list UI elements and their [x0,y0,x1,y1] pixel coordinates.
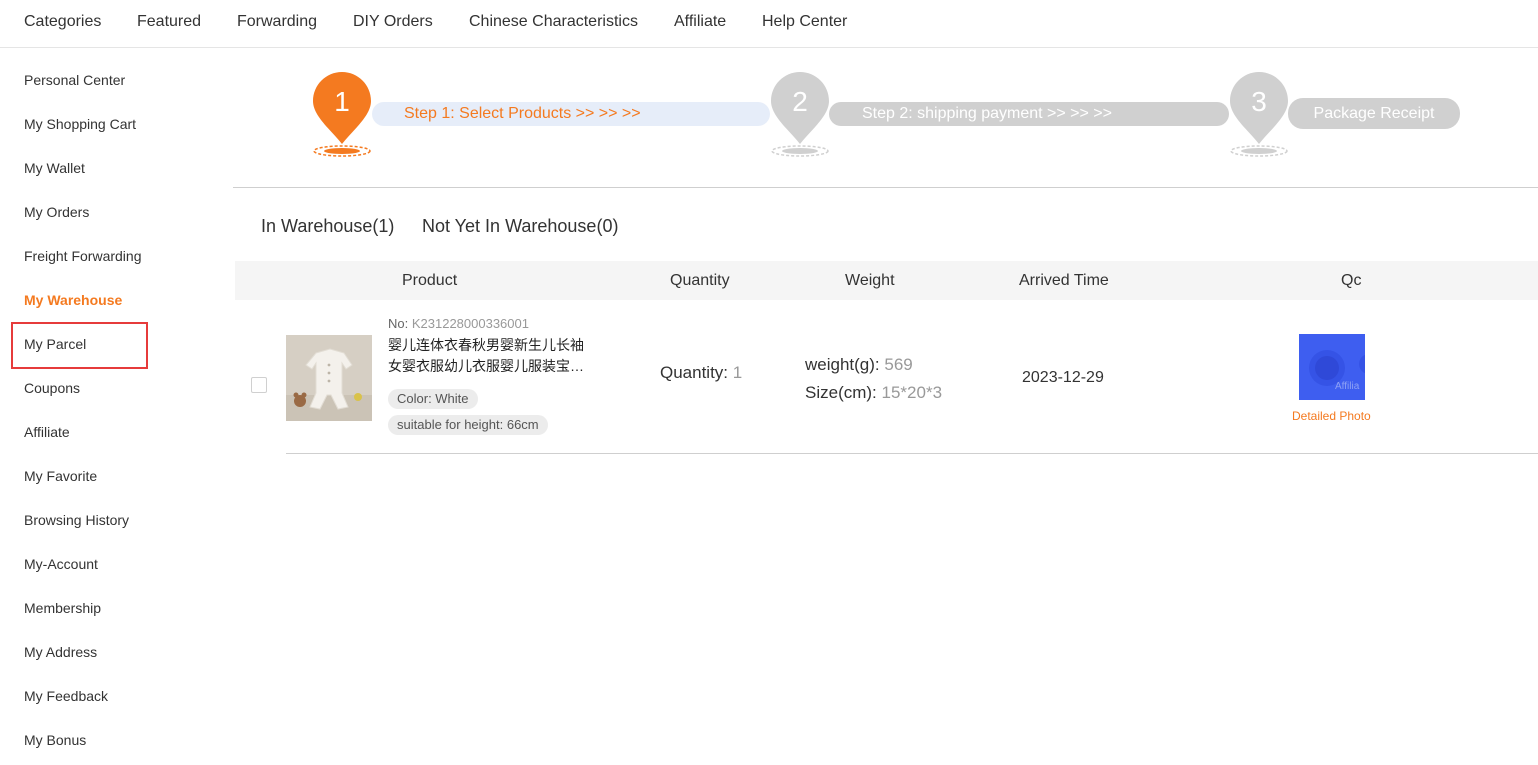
product-number-value: K231228000336001 [411,316,529,331]
detailed-photo-link[interactable]: Detailed Photo [1292,409,1371,424]
column-quantity: Quantity [670,272,730,289]
product-name-line-1: 婴儿连体衣春秋男婴新生儿长袖 [388,337,584,353]
step-2-label: Step 2: shipping payment >> >> >> [862,105,1112,122]
sidebar-item-browsing-history[interactable]: Browsing History [24,511,129,529]
step-2-number: 2 [792,86,808,117]
step-2-bar: Step 2: shipping payment >> >> >> [829,102,1229,126]
sidebar-item-bonus[interactable]: My Bonus [24,731,86,749]
nav-affiliate[interactable]: Affiliate [674,12,726,32]
nav-diy-orders[interactable]: DIY Orders [353,12,433,32]
product-thumbnail[interactable] [286,335,372,421]
column-product: Product [402,272,458,289]
step-1-number: 1 [334,86,350,117]
product-number: No: K231228000336001 [388,316,529,332]
qc-photo-thumbnail[interactable]: Affilia [1299,334,1365,400]
step-3-bar: Package Receipt [1288,98,1460,129]
step-1-pin-icon: 1 [313,72,371,162]
row-quantity: Quantity: 1 [660,363,742,383]
sidebar-item-freight-forwarding[interactable]: Freight Forwarding [24,247,142,265]
size-value: 15*20*3 [881,383,943,402]
sidebar-item-membership[interactable]: Membership [24,599,101,617]
step-1-bar: Step 1: Select Products >> >> >> [372,102,770,126]
sidebar: Personal Center My Shopping Cart My Wall… [0,48,220,765]
table-header: Product Quantity Weight Arrived Time Qc [235,261,1538,300]
sidebar-item-affiliate[interactable]: Affiliate [24,423,70,441]
sidebar-item-coupons[interactable]: Coupons [24,379,80,397]
sidebar-item-warehouse[interactable]: My Warehouse [24,291,122,309]
tab-in-warehouse[interactable]: In Warehouse(1) [261,215,394,237]
nav-help-center[interactable]: Help Center [762,12,847,32]
sidebar-item-account[interactable]: My-Account [24,555,98,573]
column-qc: Qc [1341,272,1362,289]
product-name[interactable]: 婴儿连体衣春秋男婴新生儿长袖 女婴衣服幼儿衣服婴儿服装宝宝连体衣 [388,335,593,377]
product-height-tag: suitable for height: 66cm [388,415,548,435]
nav-featured[interactable]: Featured [137,12,201,32]
sidebar-item-wallet[interactable]: My Wallet [24,159,85,177]
row-size: Size(cm): 15*20*3 [805,383,942,403]
row-arrived-time: 2023-12-29 [1022,369,1104,386]
order-steps: 1 Step 1: Select Products >> >> >> 2 Ste… [233,48,1538,188]
column-arrived-time: Arrived Time [1019,272,1109,289]
sidebar-item-favorite[interactable]: My Favorite [24,467,97,485]
quantity-value: 1 [732,363,743,382]
step-1-label: Step 1: Select Products >> >> >> [404,105,641,122]
step-3-label: Package Receipt [1313,105,1435,122]
sidebar-item-parcel[interactable]: My Parcel [24,335,86,353]
product-name-line-2: 女婴衣服幼儿衣服婴儿服装宝宝连体衣 [388,358,593,374]
step-3-number: 3 [1251,86,1267,117]
weight-value: 569 [884,355,913,374]
sidebar-item-orders[interactable]: My Orders [24,203,89,221]
sidebar-item-feedback[interactable]: My Feedback [24,687,108,705]
nav-categories[interactable]: Categories [24,12,101,32]
tab-not-yet-in-warehouse[interactable]: Not Yet In Warehouse(0) [422,215,618,237]
product-number-label: No: [388,316,409,331]
column-weight: Weight [845,272,895,289]
nav-forwarding[interactable]: Forwarding [237,12,317,32]
step-3-pin-icon: 3 [1230,72,1288,162]
row-select-checkbox[interactable] [251,377,267,393]
top-nav: Categories Featured Forwarding DIY Order… [0,0,1538,48]
quantity-label: Quantity: [660,363,729,382]
sidebar-item-address[interactable]: My Address [24,643,97,661]
nav-chinese-characteristics[interactable]: Chinese Characteristics [469,12,638,32]
size-label: Size(cm): [805,383,877,402]
qc-photo-watermark: Affilia [1335,381,1360,392]
sidebar-item-personal-center[interactable]: Personal Center [24,71,125,89]
row-weight: weight(g): 569 [805,355,913,375]
row-divider [286,453,1538,454]
step-2-pin-icon: 2 [771,72,829,162]
product-color-tag: Color: White [388,389,478,409]
sidebar-item-shopping-cart[interactable]: My Shopping Cart [24,115,136,133]
weight-label: weight(g): [805,355,880,374]
